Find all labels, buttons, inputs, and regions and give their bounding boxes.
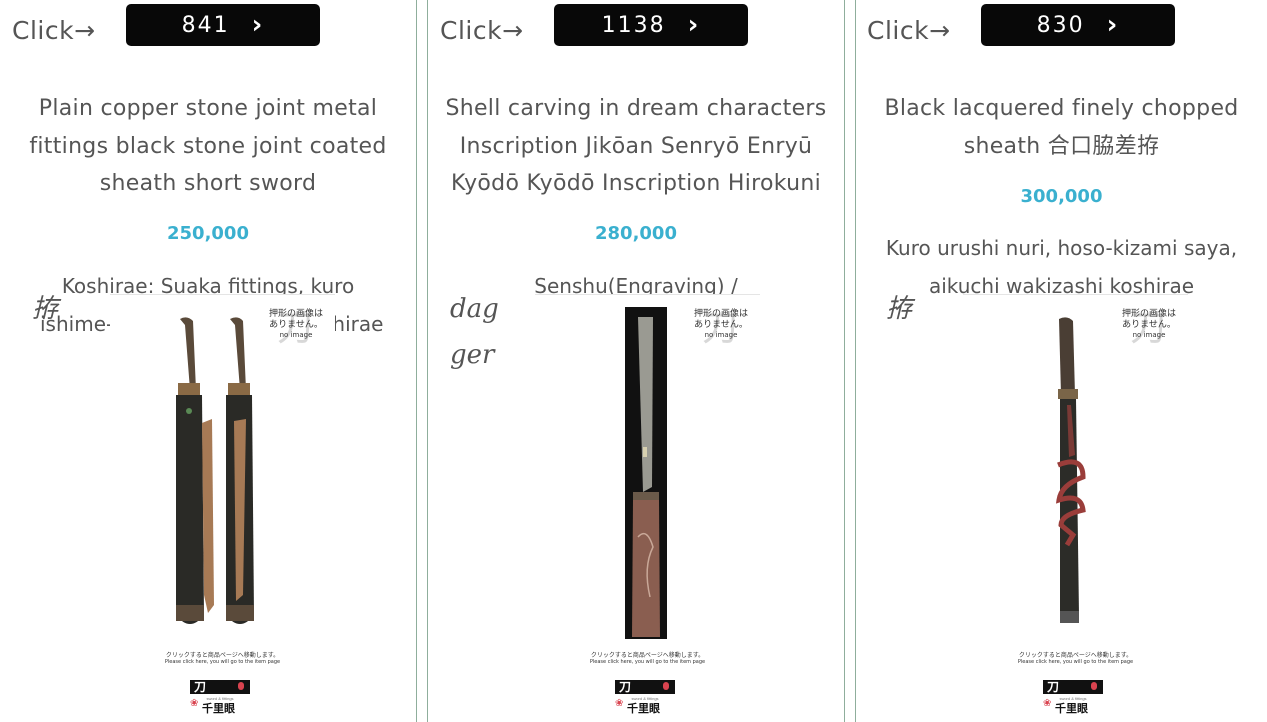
koshirae-photo xyxy=(176,317,254,624)
no-image-badge: 刀 押形の画像は ありません。 no image xyxy=(694,308,749,349)
no-image-badge: 刀 押形の画像は ありません。 no image xyxy=(1122,308,1177,349)
flower-icon: ❀ xyxy=(1043,698,1052,709)
product-card-2: Click→ 1138 › Shell carving in dream cha… xyxy=(428,0,844,722)
click-label: Click→ xyxy=(440,16,524,45)
photo-caption-jp: クリックすると商品ページへ移動します。 xyxy=(590,652,705,659)
image-alt-text: dag ger xyxy=(450,294,499,370)
photo-caption-jp: クリックすると商品ページへ移動します。 xyxy=(1018,652,1133,659)
title-line: fittings black stone joint coated xyxy=(29,133,387,159)
desc-line: Kuro urushi nuri, hoso-kizami saya, xyxy=(885,236,1238,260)
product-photo-link[interactable]: 刀 押形の画像は ありません。 no image クリックすると商品ページへ移動… xyxy=(535,294,760,719)
shop-logo: 刀 sword & fittings ❀ 千里眼 xyxy=(1043,680,1105,716)
product-title: Black lacquered finely chopped sheath 合口… xyxy=(856,90,1267,165)
item-number: 830 xyxy=(1036,12,1085,38)
photo-caption-jp: クリックすると商品ページへ移動します。 xyxy=(165,652,280,659)
item-number: 841 xyxy=(181,12,230,38)
column-divider xyxy=(416,0,417,722)
photo-caption-en: Please click here, you will go to the it… xyxy=(164,659,281,665)
item-number-button[interactable]: 841 › xyxy=(126,4,320,46)
flower-icon: ❀ xyxy=(615,698,624,709)
item-number-button[interactable]: 1138 › xyxy=(554,4,748,46)
product-price: 280,000 xyxy=(595,223,677,244)
click-label: Click→ xyxy=(12,16,96,45)
title-line: Kyōdō Kyōdō Inscription Hirokuni xyxy=(450,171,822,196)
shop-logo: 刀 sword & fittings ❀ 千里眼 xyxy=(615,680,677,716)
image-alt-text: 拵 xyxy=(32,294,59,324)
chevron-right-icon: › xyxy=(687,10,701,40)
title-line: Black lacquered finely chopped xyxy=(884,96,1239,121)
wakizashi-photo xyxy=(1055,317,1086,623)
product-photo-link[interactable]: 刀 押形の画像は ありません。 no image クリックすると商品ページへ移動… xyxy=(963,294,1188,719)
product-title: Plain copper stone joint metal fittings … xyxy=(0,90,416,203)
title-line: sheath short sword xyxy=(99,171,317,196)
chevron-right-icon: › xyxy=(251,10,265,40)
product-card-3: Click→ 830 › Black lacquered finely chop… xyxy=(856,0,1267,722)
title-line: Shell carving in dream characters xyxy=(445,96,827,121)
item-number: 1138 xyxy=(601,12,666,38)
title-line: sheath 合口脇差拵 xyxy=(963,133,1160,159)
flower-icon: ❀ xyxy=(190,698,199,709)
column-divider xyxy=(844,0,845,722)
dagger-photo xyxy=(625,307,667,639)
item-number-button[interactable]: 830 › xyxy=(981,4,1175,46)
product-card-1: Click→ 841 › Plain copper stone joint me… xyxy=(0,0,416,722)
shop-logo: 刀 sword & fittings ❀ 千里眼 xyxy=(190,680,252,716)
product-photo-link[interactable]: 刀 押形の画像は ありません。 no image クリックすると商品ページへ移動… xyxy=(110,294,335,719)
title-line: Plain copper stone joint metal xyxy=(38,96,378,121)
no-image-badge: 刀 押形の画像は ありません。 no image xyxy=(269,308,324,349)
product-title: Shell carving in dream characters Inscri… xyxy=(428,90,844,203)
photo-caption-en: Please click here, you will go to the it… xyxy=(1017,659,1134,665)
image-alt-text: 拵 xyxy=(886,294,913,324)
product-price: 300,000 xyxy=(1020,186,1103,207)
photo-caption-en: Please click here, you will go to the it… xyxy=(589,659,706,665)
click-label: Click→ xyxy=(867,16,951,45)
chevron-right-icon: › xyxy=(1106,10,1120,40)
product-price: 250,000 xyxy=(167,223,249,244)
title-line: Inscription Jikōan Senryō Enryū xyxy=(459,133,813,159)
